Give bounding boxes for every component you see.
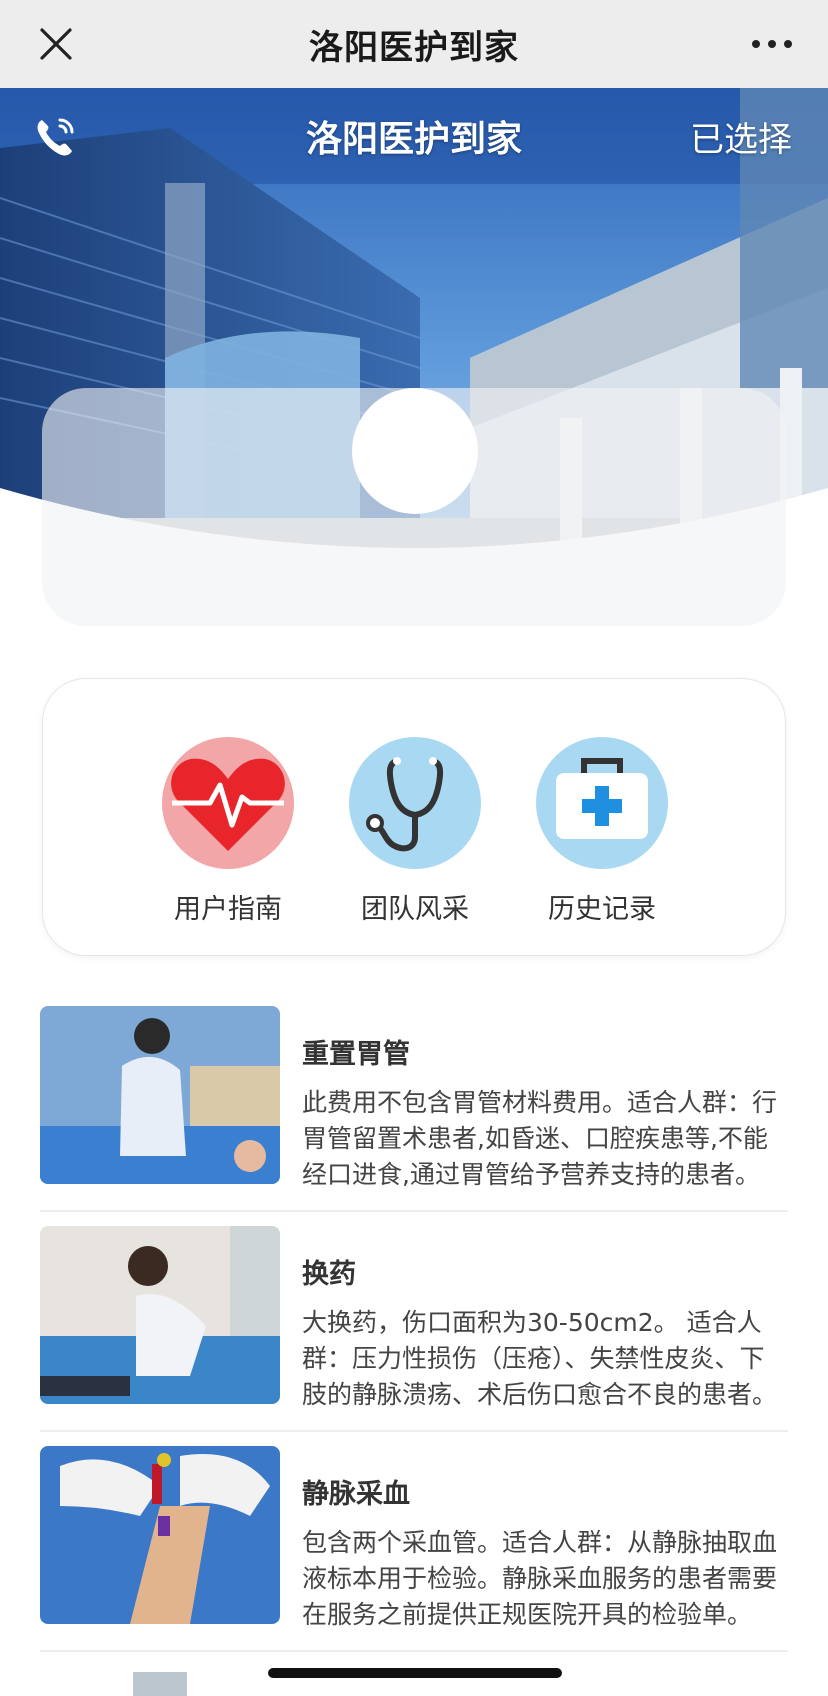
list-item[interactable]: 重置胃管 此费用不包含胃管材料费用。适合人群：行胃管留置术患者,如昏迷、口腔疾患… <box>40 992 788 1212</box>
medical-kit-icon <box>536 737 668 869</box>
service-name: 重置胃管 <box>302 1039 410 1070</box>
service-thumbnail <box>133 1672 187 1696</box>
stethoscope-icon <box>349 737 481 869</box>
service-description: 此费用不包含胃管材料费用。适合人群：行胃管留置术患者,如昏迷、口腔疾患等,不能经… <box>302 1088 778 1189</box>
quick-actions-card: 用户指南 团队风采 历史记录 <box>42 678 786 956</box>
quick-action-label: 用户指南 <box>174 894 282 925</box>
list-item[interactable]: 静脉采血 包含两个采血管。适合人群：从静脉抽取血液标本用于检验。静脉采血服务的患… <box>40 1432 788 1652</box>
service-name: 换药 <box>302 1259 356 1290</box>
service-description: 大换药，伤口面积为30-50cm2。 适合人群：压力性损伤（压疮）、失禁性皮炎、… <box>302 1308 778 1409</box>
service-name: 静脉采血 <box>302 1479 410 1510</box>
more-dots-icon[interactable] <box>750 30 794 58</box>
window-title: 洛阳医护到家 <box>309 27 519 68</box>
quick-action-label: 历史记录 <box>548 894 656 925</box>
avatar[interactable] <box>352 388 478 514</box>
hero-title: 洛阳医护到家 <box>305 119 522 160</box>
service-thumbnail <box>40 1006 280 1184</box>
hero-header: 洛阳医护到家 已选择 <box>0 88 828 184</box>
selected-button[interactable]: 已选择 <box>690 112 792 161</box>
hero-banner: 洛阳医护到家 已选择 <box>0 88 828 628</box>
quick-action-team[interactable]: 团队风采 <box>330 733 500 926</box>
service-thumbnail <box>40 1446 280 1624</box>
quick-action-user-guide[interactable]: 用户指南 <box>143 733 313 926</box>
service-list: 重置胃管 此费用不包含胃管材料费用。适合人群：行胃管留置术患者,如昏迷、口腔疾患… <box>40 992 788 1696</box>
heartbeat-icon <box>162 737 294 869</box>
service-description: 包含两个采血管。适合人群：从静脉抽取血液标本用于检验。静脉采血服务的患者需要在服… <box>302 1528 778 1629</box>
home-indicator <box>268 1668 562 1678</box>
list-item[interactable]: 换药 大换药，伤口面积为30-50cm2。 适合人群：压力性损伤（压疮）、失禁性… <box>40 1212 788 1432</box>
service-thumbnail <box>40 1226 280 1404</box>
close-icon[interactable] <box>36 24 76 64</box>
phone-icon[interactable] <box>32 114 78 160</box>
quick-action-history[interactable]: 历史记录 <box>517 733 687 926</box>
top-bar: 洛阳医护到家 <box>0 0 828 88</box>
quick-action-label: 团队风采 <box>361 894 469 925</box>
